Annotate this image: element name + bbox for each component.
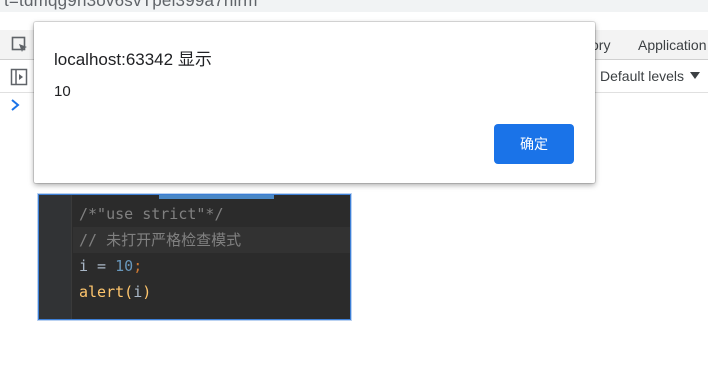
ok-button[interactable]: 确定: [494, 124, 574, 164]
alert-message: 10: [54, 83, 71, 100]
code-operator: =: [88, 257, 116, 275]
code-number: 10: [115, 257, 134, 275]
alert-dialog: localhost:63342 显示 10 确定: [34, 22, 595, 183]
log-levels-label: Default levels: [600, 68, 685, 84]
code-function: alert: [79, 283, 125, 301]
line-number-gutter: [39, 195, 72, 319]
code-line-current: // 未打开严格检查模式: [73, 227, 350, 253]
address-bar[interactable]: t=tdmqg9h3ov6svTpel399a7hlrm: [0, 0, 708, 12]
log-levels-dropdown[interactable]: Default levels: [600, 68, 701, 84]
code-paren-close: ): [142, 283, 152, 301]
code-line: alert(i): [73, 279, 350, 305]
code-comment: // 未打开严格检查模式: [79, 231, 242, 249]
code-paren-open: (: [124, 283, 134, 301]
code-line: i = 10;: [73, 253, 350, 279]
alert-title: localhost:63342 显示: [54, 50, 212, 69]
show-console-sidebar-icon[interactable]: [10, 68, 28, 86]
code-line: /*"use strict"*/: [73, 201, 350, 227]
tab-application[interactable]: Application: [638, 37, 707, 53]
code-variable: i: [79, 257, 89, 275]
inspect-element-icon[interactable]: [11, 36, 29, 54]
address-bar-text: t=tdmqg9h3ov6svTpel399a7hlrm: [4, 0, 258, 10]
chevron-down-icon: [690, 72, 701, 79]
console-prompt-icon: [11, 99, 20, 111]
page: t=tdmqg9h3ov6svTpel399a7hlrm ory Applica…: [0, 0, 708, 381]
code-comment: /*"use strict"*/: [79, 205, 224, 223]
scroll-marker: [159, 195, 274, 199]
code-argument: i: [133, 283, 143, 301]
code-editor[interactable]: /*"use strict"*/ // 未打开严格检查模式 i = 10; al…: [38, 194, 351, 320]
code-punctuation: ;: [133, 257, 143, 275]
